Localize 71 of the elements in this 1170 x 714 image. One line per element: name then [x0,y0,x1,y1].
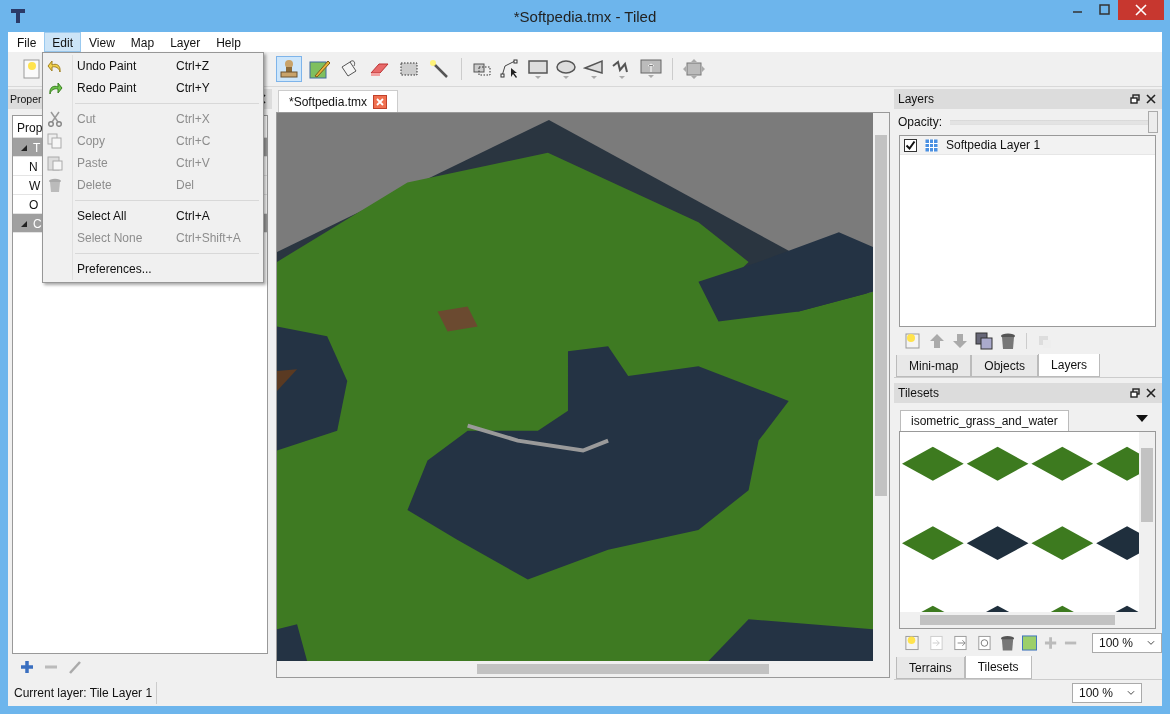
panel-title: Layers [898,92,935,106]
panel-title: Tilesets [898,386,939,400]
panel-tab[interactable]: Mini-map [896,355,972,377]
panel-tab[interactable]: Layers [1038,354,1101,377]
menu-item[interactable]: File [9,32,45,52]
window-title: *Softpedia.tmx - Tiled [513,7,657,25]
arrow-up-icon[interactable] [929,332,945,350]
scissors-icon [47,111,63,127]
magic-wand-icon [428,58,450,80]
menu-item[interactable]: Preferences... [43,258,263,280]
trash-icon[interactable] [1000,332,1016,350]
new-tileset-icon[interactable] [904,634,921,652]
panel-title: Proper [10,93,42,105]
dropdown-arrow-icon[interactable] [1136,415,1148,423]
polygon-icon[interactable] [583,58,605,80]
scrollbar[interactable] [900,612,1155,628]
zoom-combo[interactable]: 100 % [1092,633,1162,653]
float-icon[interactable] [1130,388,1140,398]
menu-item[interactable]: Layer [162,32,209,52]
copy-icon [47,133,63,149]
duplicate-icon[interactable] [975,332,993,350]
panel-tab[interactable]: Objects [971,355,1039,377]
menu-item[interactable]: Undo Paint Ctrl+Z [43,55,263,77]
tileset-tab[interactable]: isometric_grass_and_water [900,410,1069,431]
layer-row[interactable]: Softpedia Layer 1 [900,136,1155,155]
pencil-icon[interactable] [68,660,82,674]
rectangle-icon[interactable] [527,58,549,80]
panel-tab[interactable]: Tilesets [964,656,1032,679]
arrow-down-icon[interactable] [952,332,968,350]
trash-icon[interactable] [999,634,1015,652]
close-icon[interactable] [1146,388,1156,398]
slider-thumb[interactable] [1148,111,1158,133]
trash-icon [47,177,63,193]
menu-item[interactable]: Edit [44,32,82,52]
tool-button[interactable] [276,56,302,82]
menu-item[interactable]: Map [122,32,163,52]
collapse-triangle-icon[interactable] [21,145,27,151]
collapse-triangle-icon[interactable] [21,221,27,227]
opacity-label: Opacity: [898,115,942,129]
image-frame-icon[interactable] [682,58,706,80]
close-icon[interactable] [373,94,388,109]
edit-polygon-icon[interactable] [499,58,521,80]
opacity-slider[interactable] [950,111,1158,133]
export-icon[interactable] [951,634,969,652]
undo-icon [47,58,63,74]
edit-terrain-icon[interactable] [1021,635,1037,651]
checkbox[interactable] [904,138,917,152]
scrollbar[interactable] [1139,432,1155,612]
menu-item[interactable]: Select All Ctrl+A [43,205,263,227]
stamp-icon [278,58,300,80]
caret-icon [1127,690,1135,696]
status-text: Current layer: Tile Layer 1 [10,682,158,704]
close-icon[interactable] [1118,0,1164,20]
app-icon [10,8,26,24]
clipboard-icon [47,155,63,171]
image-object-icon[interactable] [639,58,663,80]
menu-item[interactable]: View [81,32,123,52]
terrain-brush-icon [308,58,330,80]
layer-name: Softpedia Layer 1 [946,138,1041,152]
panel-tab[interactable]: Terrains [896,657,965,679]
zoom-combo[interactable]: 100 % [1072,683,1142,703]
ellipse-icon[interactable] [555,58,577,80]
menu-item[interactable]: Help [208,32,249,52]
caret-icon [1147,640,1155,646]
tile-grid-icon [925,138,938,152]
add-icon[interactable] [20,660,34,674]
close-icon[interactable] [1146,94,1156,104]
document-tab[interactable]: *Softpedia.tmx [278,90,399,112]
menu-item[interactable]: Redo Paint Ctrl+Y [43,77,263,99]
redo-icon [47,80,63,96]
float-icon[interactable] [1130,94,1140,104]
